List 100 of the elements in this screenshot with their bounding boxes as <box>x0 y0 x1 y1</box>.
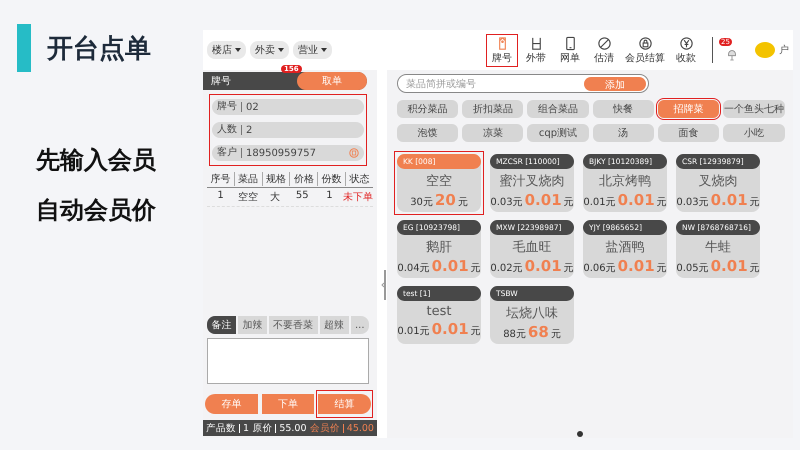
input-field[interactable]: 牌号 02 <box>212 99 364 115</box>
collapse-handle-icon[interactable] <box>381 270 387 300</box>
price-unit: 元 <box>470 325 481 338</box>
price-unit: 元 <box>470 262 481 275</box>
toolbar-button[interactable]: 估清 <box>588 34 620 66</box>
table-cell-text: 1 <box>325 190 334 203</box>
category-button[interactable]: 汤 <box>592 124 654 142</box>
caption-text: 先输入会员 <box>36 145 157 176</box>
member-price: 0.01 <box>618 257 655 275</box>
column-header: 序号 <box>207 172 235 186</box>
dish-name: 鹅肝 <box>426 239 452 256</box>
dropdown[interactable]: 楼店 <box>207 41 246 59</box>
summary-label: 会员价 <box>310 424 344 432</box>
member-price: 0.01 <box>710 257 748 275</box>
dropdown[interactable]: 营业 <box>293 41 332 59</box>
original-price: 0.01元 <box>397 325 430 338</box>
original-price: 0.03元 <box>490 196 523 209</box>
original-price: 0.02元 <box>490 262 523 275</box>
category-button[interactable]: 积分菜品 <box>397 100 458 118</box>
price-unit: 元 <box>550 328 561 341</box>
original-price: 0.03元 <box>676 196 709 209</box>
dish-name: 空空 <box>426 173 452 190</box>
original-price: 0.06元 <box>583 262 616 275</box>
price-unit: 元 <box>656 262 667 275</box>
category-button[interactable]: 组合菜品 <box>527 100 589 118</box>
dish-name: 坛烧八味 <box>506 305 558 322</box>
caption-text: 自动会员价 <box>36 195 157 226</box>
remark-textarea[interactable] <box>207 338 369 384</box>
table-cell-text: 大 <box>269 190 281 204</box>
dish-name: 叉烧肉 <box>698 173 738 190</box>
price-unit: 元 <box>564 262 574 275</box>
avatar[interactable] <box>755 42 775 58</box>
lock-icon <box>638 36 652 50</box>
dropdown[interactable]: 外卖 <box>250 41 289 59</box>
dish-name: test <box>426 304 452 319</box>
toolbar-button[interactable]: 网单 <box>554 34 586 66</box>
member-price: 68 <box>528 323 549 341</box>
category-button[interactable]: 凉菜 <box>462 124 524 142</box>
price-unit: 元 <box>750 196 760 209</box>
toolbar-button[interactable]: 会员结算 <box>622 34 668 66</box>
column-header: 价格 <box>290 172 318 186</box>
category-button[interactable]: 面食 <box>658 124 719 142</box>
category-button[interactable]: 一个鱼头七种 <box>723 100 785 118</box>
table-cell-text: 55 <box>294 190 310 203</box>
category-button[interactable]: 快餐 <box>592 100 654 118</box>
original-price: 30元 <box>410 196 433 209</box>
yen-icon <box>678 36 694 50</box>
member-icon[interactable] <box>349 148 359 158</box>
price-unit: 元 <box>656 196 667 209</box>
price-unit: 元 <box>458 196 468 209</box>
dish-name: 北京烤鸭 <box>599 173 651 190</box>
column-header: 状态 <box>348 172 371 186</box>
input-field[interactable]: 客户 18950959757 <box>212 145 364 161</box>
caret-icon <box>235 48 241 52</box>
toolbar-button[interactable]: 外带 <box>520 34 552 66</box>
remark-tab[interactable]: 不要香菜 <box>268 316 318 334</box>
original-price: 0.01元 <box>583 196 616 209</box>
dish-name: 毛血旺 <box>512 239 552 256</box>
remark-tab[interactable]: 加辣 <box>238 316 267 334</box>
price-unit: 元 <box>750 262 760 275</box>
member-price: 0.01 <box>432 320 469 338</box>
caret-icon <box>278 48 284 52</box>
original-price: 0.04元 <box>397 262 430 275</box>
user-name: 户 <box>779 44 789 57</box>
table-cell-text: 空空 <box>236 190 259 204</box>
remark-tab[interactable]: 备注 <box>207 316 236 334</box>
ban-icon <box>596 36 612 50</box>
remark-tab[interactable]: 超辣 <box>320 316 349 334</box>
header-label: 牌号 <box>211 75 231 88</box>
price-unit: 元 <box>564 196 574 209</box>
column-header: 规格 <box>262 172 290 186</box>
category-button[interactable]: 小吃 <box>723 124 785 142</box>
summary-value: 1 <box>243 422 250 434</box>
input-field[interactable]: 人数 2 <box>212 122 364 138</box>
slide-title: 开台点单 <box>47 32 151 66</box>
category-button[interactable]: 泡馍 <box>397 124 458 142</box>
member-price: 20 <box>434 191 456 209</box>
toolbar-button[interactable]: 收款 <box>670 34 702 66</box>
caret-icon <box>321 48 327 52</box>
column-header: 份数 <box>318 172 346 186</box>
summary-value: 45.00 <box>346 422 374 434</box>
category-button[interactable]: cqp测试 <box>527 124 589 142</box>
original-price: 0.05元 <box>676 262 709 275</box>
table-cell-text: 1 <box>216 190 225 203</box>
remark-tab[interactable]: ... <box>350 316 369 334</box>
member-price: 0.01 <box>710 191 748 209</box>
summary-label: 原价 <box>252 424 276 432</box>
original-price: 88元 <box>503 328 526 341</box>
dish-name: 牛蛙 <box>705 239 731 256</box>
toolbar-button[interactable]: 牌号 <box>486 34 518 66</box>
category-button[interactable]: 折扣菜品 <box>462 100 524 118</box>
summary-value: 55.00 <box>279 422 307 434</box>
summary-label: 产品数 <box>206 424 240 432</box>
accent-bar <box>17 24 31 72</box>
column-header: 菜品 <box>234 172 263 186</box>
member-price: 0.01 <box>432 257 469 275</box>
page-dot-icon[interactable] <box>577 431 583 437</box>
dish-name: 蜜汁叉烧肉 <box>500 173 564 190</box>
dish-name: 盐酒鸭 <box>606 239 644 256</box>
member-price: 0.01 <box>618 191 655 209</box>
